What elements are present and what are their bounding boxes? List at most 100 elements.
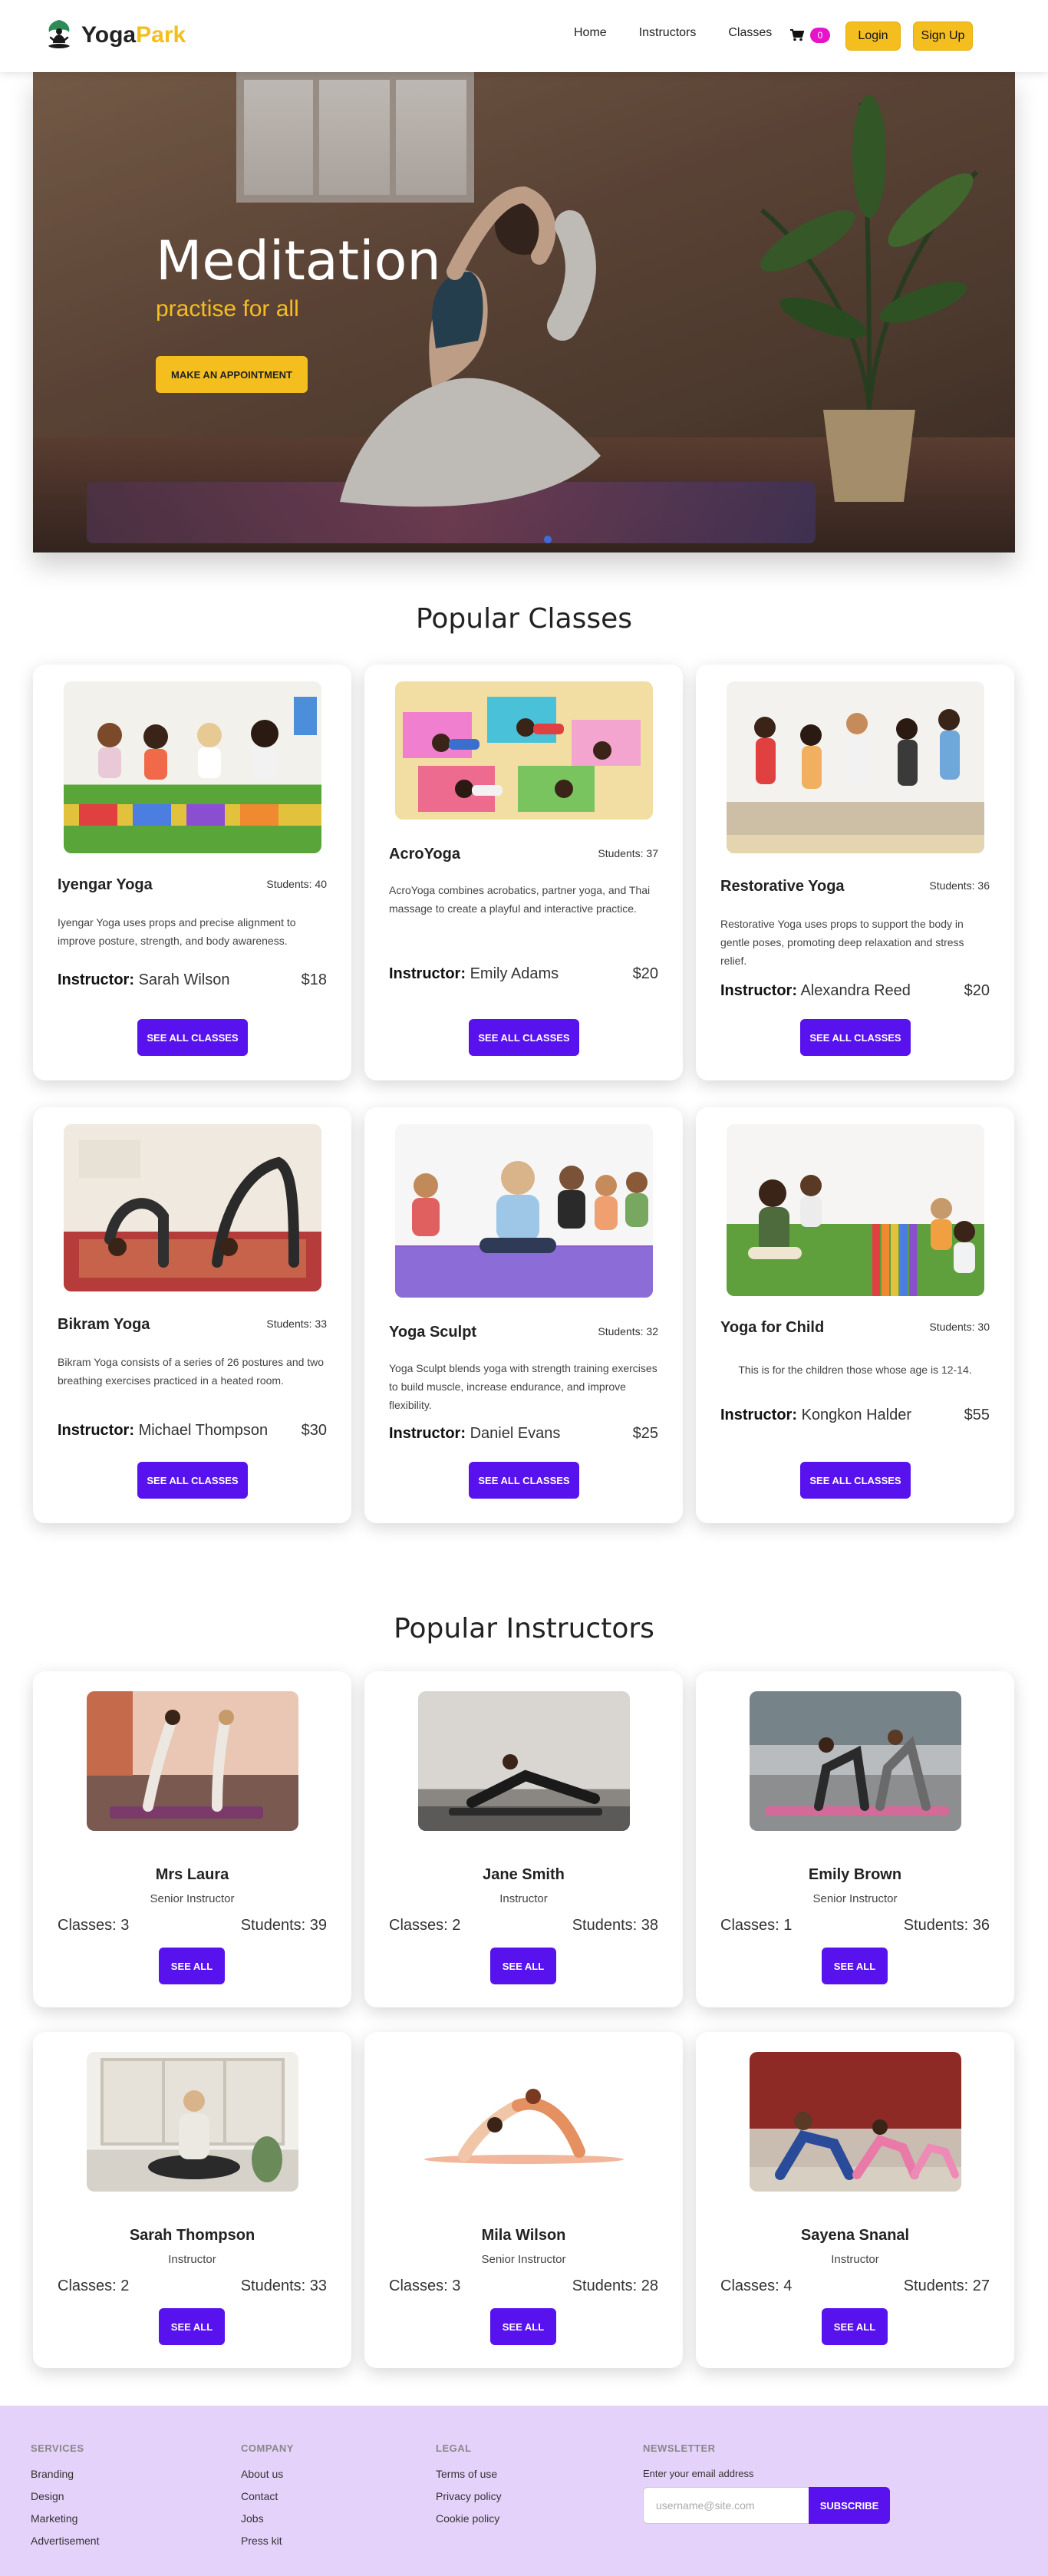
instructor-classes: Classes: 3 — [58, 1917, 130, 1934]
instructor-card: Sarah Thompson Instructor Classes: 2 Stu… — [33, 2032, 351, 2368]
logo-text-main: Yoga — [81, 22, 137, 48]
see-all-classes-button[interactable]: SEE ALL CLASSES — [137, 1019, 248, 1056]
signup-button[interactable]: Sign Up — [913, 21, 973, 51]
instructor-students: Students: 38 — [572, 1917, 658, 1934]
class-name: Bikram Yoga — [58, 1316, 150, 1333]
instructor-classes: Classes: 3 — [389, 2278, 461, 2294]
logo-text-accent: Park — [136, 22, 186, 48]
see-all-classes-button[interactable]: SEE ALL CLASSES — [469, 1462, 579, 1499]
class-instructor: Instructor: Daniel Evans — [389, 1425, 560, 1443]
class-name: AcroYoga — [389, 846, 460, 863]
footer-link-advertisement[interactable]: Advertisement — [31, 2535, 99, 2547]
footer-link-press-kit[interactable]: Press kit — [241, 2535, 294, 2547]
newsletter-form: SUBSCRIBE — [643, 2487, 890, 2524]
instructor-students: Students: 28 — [572, 2278, 658, 2294]
instructor-name: Mrs Laura — [155, 1866, 229, 1883]
instructor-label: Instructor: — [58, 1422, 134, 1439]
logo[interactable]: YogaPark — [44, 17, 186, 54]
see-all-instructor-button[interactable]: SEE ALL — [490, 2308, 556, 2345]
footer-link-jobs[interactable]: Jobs — [241, 2512, 294, 2525]
footer-services-title: SERVICES — [31, 2442, 84, 2454]
instructor-role: Senior Instructor — [481, 2253, 566, 2266]
hero-subtitle: practise for all — [156, 296, 299, 322]
instructor-laura-image — [87, 1691, 263, 1819]
nav-link-home[interactable]: Home — [574, 26, 607, 40]
cart-count-badge: 0 — [810, 28, 830, 43]
instructor-card: Mila Wilson Senior Instructor Classes: 3… — [364, 2032, 683, 2368]
instructor-role: Senior Instructor — [812, 1892, 898, 1905]
class-price: $20 — [964, 982, 990, 999]
class-students: Students: 37 — [598, 847, 658, 859]
carousel-dot[interactable] — [544, 536, 552, 543]
class-image-child — [727, 1124, 984, 1296]
class-image-restorative — [727, 681, 984, 853]
class-image-sculpt — [395, 1124, 653, 1298]
instructor-name: Emily Brown — [808, 1866, 902, 1883]
instructor-photo — [418, 1691, 630, 1831]
footer-link-marketing[interactable]: Marketing — [31, 2512, 99, 2525]
instructor-sarah-image — [101, 2058, 285, 2182]
instructor-name: Mila Wilson — [481, 2227, 566, 2244]
class-image-bikram — [64, 1124, 321, 1291]
footer-link-terms[interactable]: Terms of use — [436, 2468, 502, 2480]
see-all-classes-button[interactable]: SEE ALL CLASSES — [800, 1462, 911, 1499]
instructor-name: Emily Adams — [470, 965, 559, 982]
instructor-emily-image — [750, 1691, 961, 1816]
instructor-role: Instructor — [499, 1892, 548, 1905]
instructor-sayena-image — [750, 2112, 961, 2192]
make-appointment-button[interactable]: MAKE AN APPOINTMENT — [156, 356, 308, 393]
yoga-logo-icon — [48, 20, 70, 48]
kids-stretching-image — [403, 697, 641, 812]
instructor-name: Daniel Evans — [470, 1425, 561, 1442]
instructor-name: Sarah Wilson — [138, 971, 230, 988]
class-students: Students: 32 — [598, 1325, 658, 1337]
class-instructor: Instructor: Michael Thompson — [58, 1422, 268, 1440]
subscribe-button[interactable]: SUBSCRIBE — [809, 2487, 890, 2524]
footer: SERVICES Branding Design Marketing Adver… — [0, 2406, 1048, 2576]
instructor-photo — [750, 1691, 961, 1831]
see-all-instructor-button[interactable]: SEE ALL — [159, 1948, 225, 1984]
class-description: This is for the children those whose age… — [738, 1364, 972, 1376]
instructor-classes: Classes: 1 — [720, 1917, 793, 1934]
footer-link-design[interactable]: Design — [31, 2490, 99, 2502]
login-button[interactable]: Login — [845, 21, 901, 51]
nav-link-instructors[interactable]: Instructors — [639, 26, 697, 40]
see-all-instructor-button[interactable]: SEE ALL — [159, 2308, 225, 2345]
class-image-iyengar — [64, 681, 321, 853]
newsletter-email-input[interactable] — [643, 2487, 809, 2524]
footer-link-cookie[interactable]: Cookie policy — [436, 2512, 502, 2525]
footer-link-contact[interactable]: Contact — [241, 2490, 294, 2502]
instructor-photo — [750, 2052, 961, 2192]
instructor-role: Senior Instructor — [150, 1892, 235, 1905]
footer-link-privacy[interactable]: Privacy policy — [436, 2490, 502, 2502]
instructor-jane-image — [418, 1754, 630, 1831]
instructor-role: Instructor — [168, 2253, 216, 2266]
class-instructor: Instructor: Kongkon Halder — [720, 1407, 911, 1424]
see-all-classes-button[interactable]: SEE ALL CLASSES — [800, 1019, 911, 1056]
class-instructor: Instructor: Alexandra Reed — [720, 982, 911, 1000]
see-all-instructor-button[interactable]: SEE ALL — [822, 1948, 888, 1984]
instructor-students: Students: 33 — [240, 2278, 327, 2294]
see-all-instructor-button[interactable]: SEE ALL — [822, 2308, 888, 2345]
kids-dancing-image — [727, 709, 984, 853]
see-all-classes-button[interactable]: SEE ALL CLASSES — [137, 1462, 248, 1499]
footer-link-about[interactable]: About us — [241, 2468, 294, 2480]
class-image-acroyoga — [395, 681, 653, 820]
see-all-classes-button[interactable]: SEE ALL CLASSES — [469, 1019, 579, 1056]
footer-link-branding[interactable]: Branding — [31, 2468, 99, 2480]
instructor-label: Instructor: — [720, 982, 797, 999]
instructor-label: Instructor: — [389, 965, 466, 982]
instructor-mila-image — [424, 2089, 624, 2164]
see-all-instructor-button[interactable]: SEE ALL — [490, 1948, 556, 1984]
instructor-card: Emily Brown Senior Instructor Classes: 1… — [696, 1671, 1014, 2007]
instructor-card: Sayena Snanal Instructor Classes: 4 Stud… — [696, 2032, 1014, 2368]
nav-link-classes[interactable]: Classes — [728, 26, 772, 40]
footer-legal: LEGAL Terms of use Privacy policy Cookie… — [436, 2442, 502, 2535]
instructor-card: Mrs Laura Senior Instructor Classes: 3 S… — [33, 1671, 351, 2007]
footer-newsletter-title: NEWSLETTER — [643, 2442, 716, 2454]
class-description: Bikram Yoga consists of a series of 26 p… — [58, 1356, 325, 1387]
instructor-label: Instructor: — [58, 971, 134, 988]
class-name: Yoga Sculpt — [389, 1324, 477, 1341]
instructor-photo — [87, 2052, 298, 2192]
cart-button[interactable]: 0 — [790, 28, 830, 43]
